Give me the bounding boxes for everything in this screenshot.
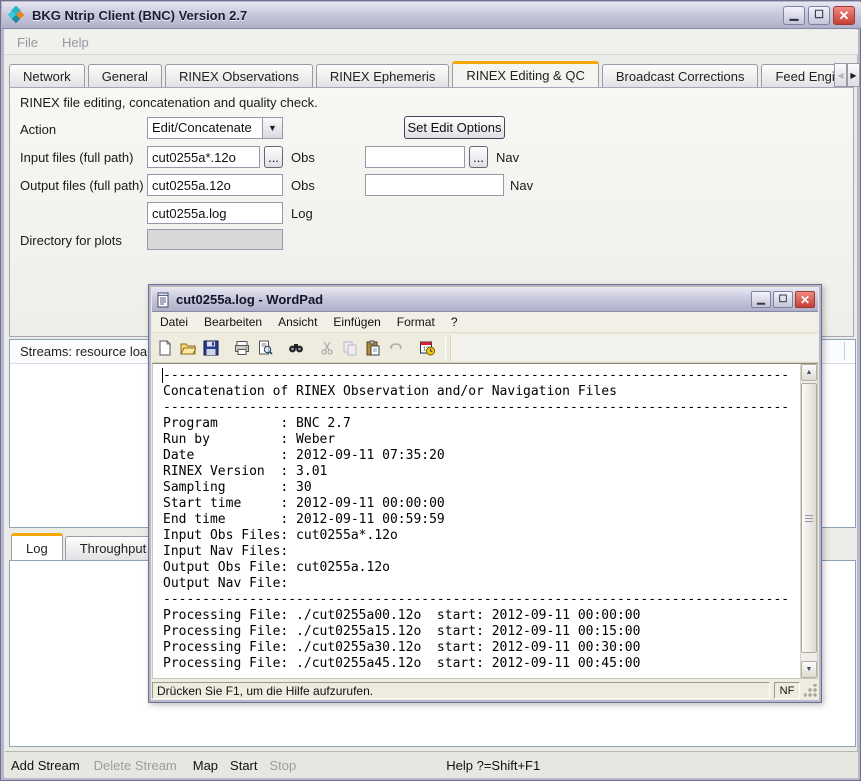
output-files-label: Output files (full path) <box>20 178 144 193</box>
set-edit-options-button[interactable]: Set Edit Options <box>404 116 505 139</box>
help-button[interactable]: Help ?=Shift+F1 <box>446 758 540 773</box>
output-log-field[interactable] <box>147 202 283 224</box>
obs-label-output: Obs <box>291 178 315 193</box>
vertical-scrollbar[interactable]: ▲ ▼ <box>800 364 817 678</box>
tab-rinex-ephemeris[interactable]: RINEX Ephemeris <box>316 64 449 87</box>
log-label: Log <box>291 206 313 221</box>
cut-icon <box>317 338 337 358</box>
action-select-value: Edit/Concatenate <box>148 118 262 138</box>
delete-stream-button: Delete Stream <box>94 758 177 773</box>
bnc-titlebar: BKG Ntrip Client (BNC) Version 2.7 ▁ ☐ ✕ <box>2 2 861 29</box>
panel-description: RINEX file editing, concatenation and qu… <box>20 95 318 110</box>
wordpad-toolbar: 12 <box>152 333 818 363</box>
tab-broadcast-corrections[interactable]: Broadcast Corrections <box>602 64 759 87</box>
stop-button: Stop <box>270 758 297 773</box>
tab-rinex-editing-qc[interactable]: RINEX Editing & QC <box>452 61 599 87</box>
wordpad-menu-einfuegen[interactable]: Einfügen <box>325 315 388 329</box>
output-nav-field[interactable] <box>365 174 504 196</box>
wordpad-document-text: ----------------------------------------… <box>153 364 800 672</box>
tab-rinex-observations[interactable]: RINEX Observations <box>165 64 313 87</box>
tab-scroll-right-icon[interactable]: ▶ <box>847 63 860 87</box>
statusbar-nf-indicator: NF <box>774 682 800 699</box>
output-obs-field[interactable] <box>147 174 283 196</box>
obs-label-input: Obs <box>291 150 315 165</box>
wordpad-close-button[interactable]: ✕ <box>795 291 815 308</box>
tab-log[interactable]: Log <box>11 533 63 560</box>
tab-scroll-buttons: ◀ ▶ <box>834 63 860 87</box>
wordpad-menu-datei[interactable]: Datei <box>152 315 196 329</box>
tab-network[interactable]: Network <box>9 64 85 87</box>
wordpad-menubar: Datei Bearbeiten Ansicht Einfügen Format… <box>152 312 818 333</box>
open-folder-icon[interactable] <box>178 338 198 358</box>
browse-input-obs-button[interactable]: ... <box>264 146 283 168</box>
wordpad-statusbar: Drücken Sie F1, um die Hilfe aufzurufen.… <box>152 679 818 699</box>
close-button[interactable]: ✕ <box>833 6 855 25</box>
menu-file[interactable]: File <box>5 35 50 50</box>
wordpad-document-icon <box>155 292 171 308</box>
resize-grip[interactable] <box>804 684 817 697</box>
wordpad-maximize-button[interactable]: ☐ <box>773 291 793 308</box>
add-stream-button[interactable]: Add Stream <box>11 758 80 773</box>
scrollbar-thumb[interactable] <box>801 383 817 653</box>
wordpad-menu-bearbeiten[interactable]: Bearbeiten <box>196 315 270 329</box>
find-icon[interactable] <box>286 338 306 358</box>
bnc-menubar: File Help <box>5 30 858 55</box>
tab-throughput[interactable]: Throughput <box>65 536 162 560</box>
print-icon[interactable] <box>232 338 252 358</box>
toolbar-separator <box>445 337 446 359</box>
footer-bar: Add Stream Delete Stream Map Start Stop … <box>5 751 858 778</box>
insert-date-time-icon[interactable]: 12 <box>417 338 437 358</box>
wordpad-menu-format[interactable]: Format <box>389 315 443 329</box>
print-preview-icon[interactable] <box>255 338 275 358</box>
scroll-up-icon[interactable]: ▲ <box>801 364 817 381</box>
scrollbar-grip <box>805 515 813 522</box>
bnc-app-icon <box>8 6 26 24</box>
chevron-down-icon[interactable]: ▼ <box>262 118 282 138</box>
text-caret <box>162 368 163 383</box>
wordpad-menu-ansicht[interactable]: Ansicht <box>270 315 325 329</box>
streams-column-divider <box>844 342 845 360</box>
tab-scroll-left-icon[interactable]: ◀ <box>834 63 847 87</box>
toolbar-empty-area <box>450 335 818 361</box>
action-label: Action <box>20 122 56 137</box>
wordpad-window-title: cut0255a.log - WordPad <box>176 292 323 307</box>
save-icon[interactable] <box>201 338 221 358</box>
new-document-icon[interactable] <box>155 338 175 358</box>
paste-icon[interactable] <box>363 338 383 358</box>
minimize-button[interactable]: ▁ <box>783 6 805 25</box>
bnc-window-title: BKG Ntrip Client (BNC) Version 2.7 <box>32 8 247 23</box>
maximize-button[interactable]: ☐ <box>808 6 830 25</box>
input-files-label: Input files (full path) <box>20 150 133 165</box>
bottom-tab-bar: Log Throughput <box>11 533 163 560</box>
wordpad-menu-hilfe[interactable]: ? <box>443 315 466 329</box>
action-select[interactable]: Edit/Concatenate ▼ <box>147 117 283 139</box>
tab-bar: Network General RINEX Observations RINEX… <box>9 61 854 87</box>
map-button[interactable]: Map <box>193 758 218 773</box>
menu-help[interactable]: Help <box>50 35 101 50</box>
wordpad-titlebar: cut0255a.log - WordPad ▁ ☐ ✕ <box>152 288 818 312</box>
wordpad-document-area[interactable]: ----------------------------------------… <box>153 364 800 678</box>
scrollbar-track[interactable] <box>801 381 817 661</box>
tab-general[interactable]: General <box>88 64 162 87</box>
input-nav-field[interactable] <box>365 146 465 168</box>
browse-input-nav-button[interactable]: ... <box>469 146 488 168</box>
wordpad-window: cut0255a.log - WordPad ▁ ☐ ✕ Datei Bearb… <box>148 284 822 703</box>
nav-label-output: Nav <box>510 178 533 193</box>
start-button[interactable]: Start <box>230 758 257 773</box>
nav-label-input: Nav <box>496 150 519 165</box>
statusbar-message: Drücken Sie F1, um die Hilfe aufzurufen. <box>152 682 770 699</box>
undo-icon <box>386 338 406 358</box>
input-obs-field[interactable] <box>147 146 260 168</box>
scroll-down-icon[interactable]: ▼ <box>801 661 817 678</box>
dir-plots-field <box>147 229 283 250</box>
dir-plots-label: Directory for plots <box>20 233 122 248</box>
wordpad-minimize-button[interactable]: ▁ <box>751 291 771 308</box>
copy-icon <box>340 338 360 358</box>
